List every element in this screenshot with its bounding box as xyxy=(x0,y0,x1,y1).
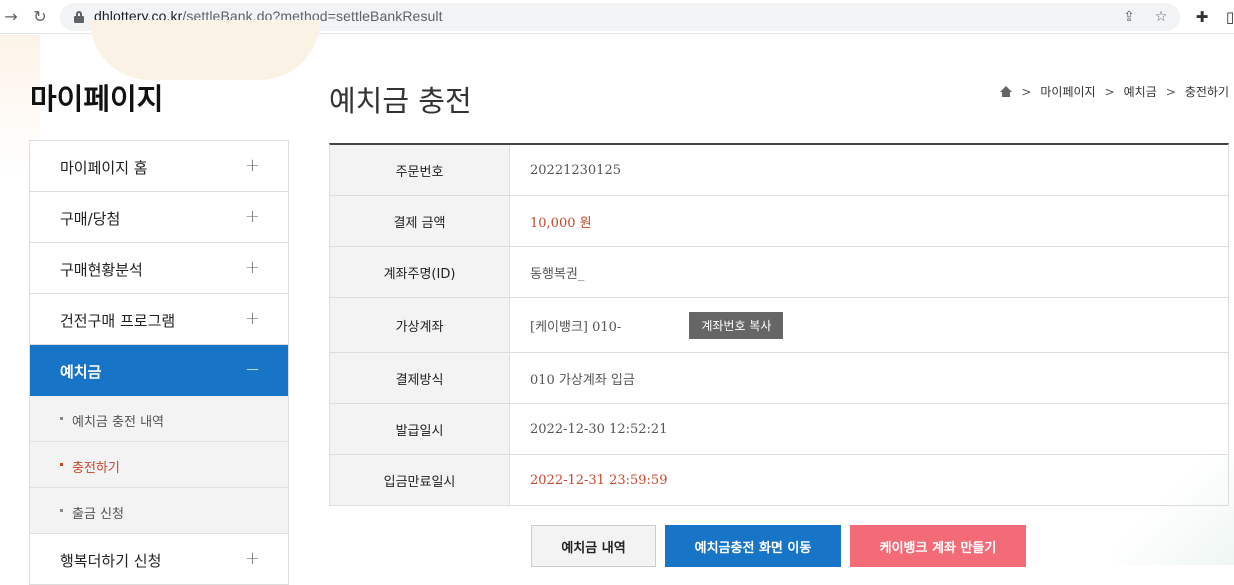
sidebar-item-purchase-win[interactable]: 구매/당첨 + xyxy=(30,192,288,243)
reload-icon[interactable]: ↻ xyxy=(29,6,51,28)
table-row: 가상계좌 [케이뱅크] 010- 계좌번호 복사 xyxy=(330,298,1228,353)
back-arrow-icon[interactable]: → xyxy=(0,6,22,28)
page-title: 예치금 충전 xyxy=(329,84,472,118)
row-label-payment-method: 결제방식 xyxy=(330,353,510,403)
virtual-account-cell: [케이뱅크] 010- 계좌번호 복사 xyxy=(510,298,1228,352)
bullet-icon xyxy=(60,417,63,420)
breadcrumb-recharge[interactable]: 충전하기 xyxy=(1185,83,1229,100)
sidebar-item-healthy-purchase[interactable]: 건전구매 프로그램 + xyxy=(30,294,288,345)
virtual-account-value: [케이뱅크] 010- xyxy=(530,319,622,335)
sidebar-heading: 마이페이지 xyxy=(30,82,164,116)
row-label-amount: 결제 금액 xyxy=(330,196,510,246)
side-panel-icon[interactable]: ▯ xyxy=(1220,7,1234,27)
collapse-minus-icon: − xyxy=(244,359,260,380)
extensions-puzzle-icon[interactable]: ✚ xyxy=(1192,7,1212,27)
row-label-expiry-date: 입금만료일시 xyxy=(330,455,510,505)
sidebar-item-happiness-plus[interactable]: 행복더하기 신청 + xyxy=(30,534,288,585)
chevron-right-icon: > xyxy=(1021,84,1032,99)
account-holder-value: 동행복권_ xyxy=(530,266,585,282)
bullet-icon xyxy=(60,463,63,466)
sidebar-item-deposit[interactable]: 예치금 − xyxy=(30,345,288,396)
deposit-history-button[interactable]: 예치금 내역 xyxy=(531,525,656,567)
expand-plus-icon: + xyxy=(244,548,260,569)
row-label-issue-date: 발급일시 xyxy=(330,404,510,454)
sidebar-item-label: 예치금 xyxy=(60,363,102,381)
sidebar-item-label: 행복더하기 신청 xyxy=(60,552,162,570)
go-recharge-button[interactable]: 예치금충전 화면 이동 xyxy=(665,525,841,567)
sidebar-item-label: 구매현황분석 xyxy=(60,261,143,279)
order-number-value: 20221230125 xyxy=(530,162,621,178)
expand-plus-icon: + xyxy=(244,257,260,278)
expiry-date-value: 2022-12-31 23:59:59 xyxy=(530,472,668,488)
sidebar-item-mypage-home[interactable]: 마이페이지 홈 + xyxy=(30,141,288,192)
amount-value: 10,000 원 xyxy=(530,215,592,231)
sidebar-subitem-recharge[interactable]: 충전하기 xyxy=(30,442,288,488)
table-row: 주문번호 20221230125 xyxy=(330,145,1228,196)
sidebar-subitem-withdraw[interactable]: 출금 신청 xyxy=(30,488,288,534)
sidebar-item-purchase-analysis[interactable]: 구매현황분석 + xyxy=(30,243,288,294)
expand-plus-icon: + xyxy=(244,206,260,227)
background-decoration xyxy=(90,20,320,80)
sidebar-item-label: 구매/당첨 xyxy=(60,210,121,228)
sidebar-subitem-deposit-history[interactable]: 예치금 충전 내역 xyxy=(30,396,288,442)
sidebar-menu: 마이페이지 홈 + 구매/당첨 + 구매현황분석 + 건전구매 프로그램 + 예… xyxy=(29,140,289,585)
bookmark-star-icon[interactable]: ☆ xyxy=(1152,8,1170,26)
table-row: 결제방식 010 가상계좌 입금 xyxy=(330,353,1228,404)
chevron-right-icon: > xyxy=(1165,84,1176,99)
expand-plus-icon: + xyxy=(244,155,260,176)
sidebar-subitem-label: 출금 신청 xyxy=(72,507,124,522)
chevron-right-icon: > xyxy=(1104,84,1115,99)
home-icon[interactable] xyxy=(1000,85,1013,98)
action-buttons: 예치금 내역 예치금충전 화면 이동 케이뱅크 계좌 만들기 xyxy=(531,525,1026,567)
sidebar-item-label: 건전구매 프로그램 xyxy=(60,312,176,330)
breadcrumb-deposit[interactable]: 예치금 xyxy=(1124,83,1157,100)
breadcrumb-mypage[interactable]: 마이페이지 xyxy=(1040,83,1095,100)
sidebar-subitem-label: 예치금 충전 내역 xyxy=(72,415,164,430)
row-label-account-holder: 계좌주명(ID) xyxy=(330,247,510,297)
table-row: 계좌주명(ID) 동행복권_ xyxy=(330,247,1228,298)
breadcrumb: > 마이페이지 > 예치금 > 충전하기 xyxy=(1000,83,1229,100)
bullet-icon xyxy=(60,509,63,512)
table-row: 입금만료일시 2022-12-31 23:59:59 xyxy=(330,455,1228,506)
payment-method-value: 010 가상계좌 입금 xyxy=(530,372,635,388)
share-icon[interactable]: ⇪ xyxy=(1120,8,1138,26)
settlement-result-table: 주문번호 20221230125 결제 금액 10,000 원 계좌주명(ID)… xyxy=(329,143,1229,506)
sidebar-subitem-label: 충전하기 xyxy=(72,461,120,476)
lock-icon[interactable] xyxy=(74,11,84,23)
create-kbank-account-button[interactable]: 케이뱅크 계좌 만들기 xyxy=(850,525,1026,567)
row-label-virtual-account: 가상계좌 xyxy=(330,298,510,352)
expand-plus-icon: + xyxy=(244,308,260,329)
table-row: 결제 금액 10,000 원 xyxy=(330,196,1228,247)
row-label-order-number: 주문번호 xyxy=(330,145,510,195)
table-row: 발급일시 2022-12-30 12:52:21 xyxy=(330,404,1228,455)
issue-date-value: 2022-12-30 12:52:21 xyxy=(530,421,668,437)
sidebar-item-label: 마이페이지 홈 xyxy=(60,159,148,177)
copy-account-button[interactable]: 계좌번호 복사 xyxy=(689,311,784,339)
